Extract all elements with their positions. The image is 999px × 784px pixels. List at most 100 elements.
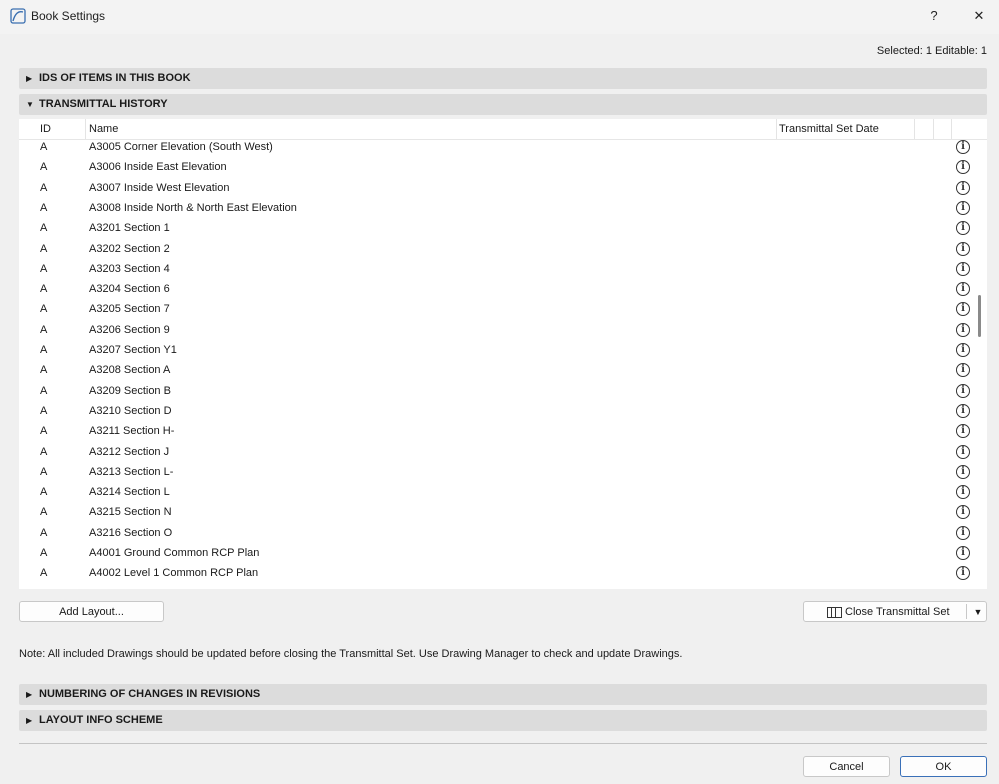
row-name: A3008 Inside North & North East Elevatio… (89, 201, 297, 214)
ok-button[interactable]: OK (900, 756, 987, 777)
section-label: NUMBERING OF CHANGES IN REVISIONS (39, 688, 261, 700)
row-name: A3210 Section D (89, 404, 172, 417)
row-id: A (40, 445, 48, 458)
table-row[interactable]: A A3207 Section Y1 i (19, 341, 987, 361)
info-icon[interactable]: i (956, 403, 970, 418)
row-id: A (40, 344, 48, 356)
list-header: ID Name Transmittal Set Date (19, 119, 987, 140)
row-name: A3007 Inside West Elevation (89, 181, 230, 194)
info-icon[interactable]: i (956, 241, 970, 256)
column-header-date[interactable]: Transmittal Set Date (779, 123, 879, 135)
triangle-right-icon: ▶ (26, 690, 33, 699)
row-id: A (40, 303, 48, 316)
info-icon[interactable]: i (956, 424, 970, 439)
row-id: A (40, 384, 48, 397)
table-row[interactable]: A A3215 Section N i (19, 503, 987, 523)
info-icon[interactable]: i (956, 160, 970, 175)
row-id: A (40, 283, 48, 296)
table-row[interactable]: A A3212 Section J i (19, 443, 987, 463)
scrollbar-thumb[interactable] (978, 295, 981, 337)
info-icon[interactable]: i (956, 505, 970, 520)
selection-status: Selected: 1 Editable: 1 (876, 45, 987, 57)
info-icon[interactable]: i (956, 180, 970, 195)
row-id: A (40, 425, 48, 438)
archicad-app-icon (10, 8, 26, 24)
table-row[interactable]: A A3214 Section L i (19, 483, 987, 503)
info-icon[interactable]: i (956, 322, 970, 337)
transmittal-list[interactable]: ID Name Transmittal Set Date A A3005 Corn… (19, 119, 987, 589)
close-window-icon[interactable]: ✕ (964, 4, 994, 28)
close-transmittal-set-button[interactable]: Close Transmittal Set ▼ (803, 601, 987, 622)
column-divider[interactable] (933, 119, 934, 139)
row-name: A3216 Section O (89, 526, 173, 539)
section-label: IDS OF ITEMS IN THIS BOOK (39, 72, 191, 84)
info-icon[interactable]: i (956, 383, 970, 398)
table-row[interactable]: A A4002 Level 1 Common RCP Plan i (19, 564, 987, 584)
row-id: A (40, 364, 48, 377)
triangle-down-icon: ▼ (26, 100, 34, 109)
cancel-button[interactable]: Cancel (803, 756, 890, 777)
section-ids-of-items[interactable]: ▶ IDS OF ITEMS IN THIS BOOK (19, 68, 987, 89)
row-name: A3207 Section Y1 (89, 344, 177, 356)
table-row[interactable]: A A3202 Section 2 i (19, 240, 987, 260)
table-row[interactable]: A A3204 Section 6 i (19, 280, 987, 300)
info-icon[interactable]: i (956, 525, 970, 540)
table-row[interactable]: A A3201 Section 1 i (19, 219, 987, 239)
row-name: A3201 Section 1 (89, 222, 170, 235)
info-icon[interactable]: i (956, 363, 970, 378)
row-name: A3005 Corner Elevation (South West) (89, 141, 273, 153)
table-row[interactable]: A A3008 Inside North & North East Elevati… (19, 199, 987, 219)
column-divider[interactable] (951, 119, 952, 139)
info-icon[interactable]: i (956, 261, 970, 276)
info-icon[interactable]: i (956, 221, 970, 236)
table-row[interactable]: A A3005 Corner Elevation (South West) i (19, 138, 987, 158)
table-row[interactable]: A A3216 Section O i (19, 524, 987, 544)
info-icon[interactable]: i (956, 302, 970, 317)
dropdown-arrow-icon[interactable]: ▼ (970, 602, 986, 623)
column-divider[interactable] (85, 119, 86, 139)
button-separator (966, 604, 967, 619)
table-row[interactable]: A A3206 Section 9 i (19, 321, 987, 341)
row-id: A (40, 567, 48, 580)
section-layout-info-scheme[interactable]: ▶ LAYOUT INFO SCHEME (19, 710, 987, 731)
add-layout-button[interactable]: Add Layout... (19, 601, 164, 622)
info-icon[interactable]: i (956, 140, 970, 154)
table-row[interactable]: A A3211 Section H-i (19, 422, 987, 442)
table-row[interactable]: A A4001 Ground Common RCP Plan i (19, 544, 987, 564)
row-name: A4002 Level 1 Common RCP Plan (89, 567, 259, 580)
table-row[interactable]: A A3203 Section 4 i (19, 260, 987, 280)
info-icon[interactable]: i (956, 444, 970, 459)
row-name: A3205 Section 7 (89, 303, 170, 316)
column-header-name[interactable]: Name (89, 123, 118, 135)
table-row[interactable]: A A3213 Section L-i (19, 463, 987, 483)
info-icon[interactable]: i (956, 464, 970, 479)
table-row[interactable]: A A3208 Section A i (19, 361, 987, 381)
row-id: A (40, 141, 48, 153)
title-bar: Book Settings ? ✕ (0, 0, 999, 34)
table-row[interactable]: A A3209 Section B i (19, 382, 987, 402)
section-numbering-of-changes[interactable]: ▶ NUMBERING OF CHANGES IN REVISIONS (19, 684, 987, 705)
column-divider[interactable] (776, 119, 777, 139)
help-button[interactable]: ? (919, 4, 949, 28)
column-header-id[interactable]: ID (40, 123, 51, 135)
row-name: A3208 Section A (89, 364, 171, 377)
section-label: TRANSMITTAL HISTORY (39, 98, 168, 110)
table-row[interactable]: A A3205 Section 7 i (19, 300, 987, 320)
info-icon[interactable]: i (956, 485, 970, 500)
triangle-right-icon: ▶ (26, 716, 33, 725)
info-icon[interactable]: i (956, 200, 970, 215)
column-divider[interactable] (914, 119, 915, 139)
row-id: A (40, 506, 48, 519)
row-id: A (40, 526, 48, 539)
info-icon[interactable]: i (956, 546, 970, 560)
row-name: A3211 Section H- (89, 425, 175, 438)
row-name: A3215 Section N (89, 506, 172, 519)
info-icon[interactable]: i (956, 282, 970, 297)
section-transmittal-history[interactable]: ▼ TRANSMITTAL HISTORY (19, 94, 987, 115)
info-icon[interactable]: i (956, 566, 970, 581)
row-id: A (40, 486, 48, 499)
info-icon[interactable]: i (956, 343, 970, 357)
table-row[interactable]: A A3006 Inside East Elevation i (19, 158, 987, 178)
table-row[interactable]: A A3007 Inside West Elevation i (19, 179, 987, 199)
table-row[interactable]: A A3210 Section D i (19, 402, 987, 422)
